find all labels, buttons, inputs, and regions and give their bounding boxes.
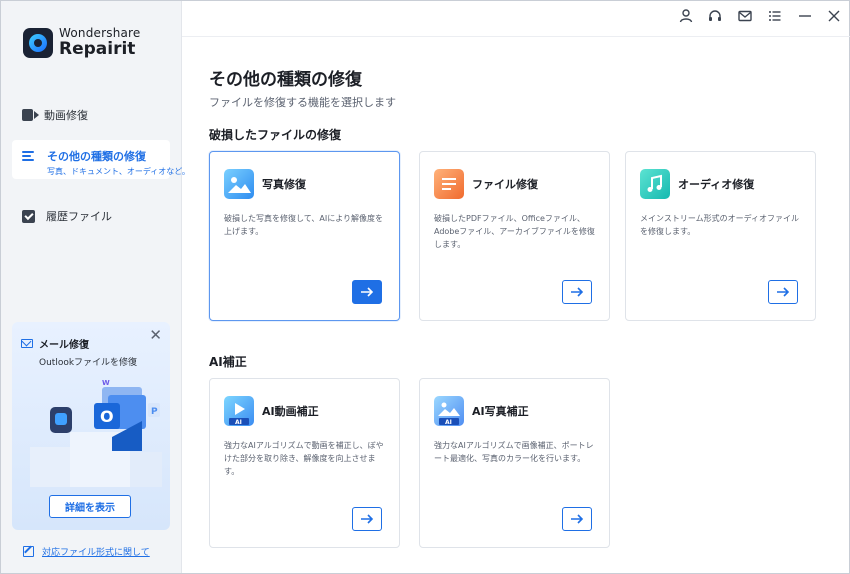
email-repair-promo: メール修復 Outlookファイルを修復 ✕ O P W 詳細を表示 [12, 322, 170, 530]
sidebar-item-label: 動画修復 [44, 109, 88, 122]
sidebar: Wondershare Repairit 動画修復 その他の種類の修復 写真、ド… [1, 1, 190, 573]
user-icon[interactable] [678, 8, 694, 24]
card-title: AI写真補正 [472, 405, 529, 418]
outlook-illustration-icon: O P W [30, 379, 162, 487]
section-title-corrupted-files: 破損したファイルの修復 [209, 128, 342, 142]
mail-icon[interactable] [737, 8, 753, 24]
sidebar-item-label: 履歴ファイル [46, 210, 112, 223]
file-repair-card[interactable]: ファイル修復 破損したPDFファイル、Officeファイル、Adobeファイル、… [419, 151, 610, 321]
svg-text:O: O [100, 407, 114, 426]
section-title-ai-enhance: AI補正 [209, 355, 247, 369]
repairit-logo-icon [23, 27, 53, 58]
file-repair-go-button[interactable] [562, 280, 592, 304]
music-note-icon [640, 169, 670, 199]
mail-icon [21, 339, 33, 348]
supported-formats-label: 対応ファイル形式に関して [42, 548, 150, 558]
card-title: 写真修復 [262, 178, 306, 191]
ai-video-enhance-card[interactable]: AI AI動画補正 強力なAIアルゴリズムで動画を補正し、ぼやけた部分を取り除き… [209, 378, 400, 548]
supported-formats-link[interactable]: 対応ファイル形式に関して [23, 545, 150, 558]
arrow-right-icon [571, 514, 584, 524]
app-window: Wondershare Repairit 動画修復 その他の種類の修復 写真、ド… [0, 0, 850, 574]
page-subtitle: ファイルを修復する機能を選択します [209, 96, 396, 109]
minimize-icon[interactable] [797, 8, 813, 24]
card-description: 強力なAIアルゴリズムで画像補正、ポートレート最適化、写真のカラー化を行います。 [434, 441, 594, 463]
sidebar-item-other-repair[interactable]: その他の種類の修復 写真、ドキュメント、オーディオなど。 [12, 140, 190, 179]
arrow-right-icon [361, 514, 374, 524]
arrow-right-icon [361, 287, 374, 297]
ai-photo-enhance-card[interactable]: AI AI写真補正 強力なAIアルゴリズムで画像補正、ポートレート最適化、写真の… [419, 378, 610, 548]
menu-icon[interactable] [767, 8, 783, 24]
view-details-button[interactable]: 詳細を表示 [49, 495, 131, 518]
photo-icon [224, 169, 254, 199]
audio-repair-card[interactable]: オーディオ修復 メインストリーム形式のオーディオファイルを修復します。 [625, 151, 816, 321]
card-title: ファイル修復 [472, 178, 538, 191]
card-description: メインストリーム形式のオーディオファイルを修復します。 [640, 214, 800, 236]
card-description: 強力なAIアルゴリズムで動画を補正し、ぼやけた部分を取り除き、解像度を向上させま… [224, 441, 384, 476]
ai-video-enhance-go-button[interactable] [352, 507, 382, 531]
brand-small-text: Wondershare [59, 26, 141, 40]
video-camera-icon [22, 109, 39, 121]
svg-text:AI: AI [445, 419, 452, 426]
title-bar [182, 1, 850, 37]
page-title: その他の種類の修復 [209, 70, 362, 90]
close-icon[interactable] [826, 8, 842, 24]
photo-repair-go-button[interactable] [352, 280, 382, 304]
promo-subtitle: Outlookファイルを修復 [39, 358, 138, 368]
card-title: オーディオ修復 [678, 178, 755, 191]
svg-text:W: W [102, 379, 110, 387]
app-logo: Wondershare Repairit [23, 27, 141, 58]
document-icon [434, 169, 464, 199]
svg-text:P: P [151, 407, 158, 417]
promo-close-icon[interactable]: ✕ [149, 328, 162, 343]
history-check-icon [22, 210, 35, 223]
audio-repair-go-button[interactable] [768, 280, 798, 304]
brand-name-text: Repairit [59, 39, 136, 59]
arrow-right-icon [777, 287, 790, 297]
card-description: 破損したPDFファイル、Officeファイル、Adobeファイル、アーカイブファ… [434, 214, 595, 249]
headset-icon[interactable] [707, 8, 723, 24]
ai-photo-enhance-go-button[interactable] [562, 507, 592, 531]
sidebar-item-history[interactable]: 履歴ファイル [12, 200, 170, 232]
promo-title: メール修復 [39, 340, 89, 351]
svg-text:AI: AI [235, 419, 242, 426]
sidebar-item-label: その他の種類の修復 [47, 150, 146, 163]
card-description: 破損した写真を修復して、AIにより解像度を上げます。 [224, 214, 384, 236]
sidebar-item-video-repair[interactable]: 動画修復 [12, 99, 170, 131]
ai-video-icon: AI [224, 396, 254, 426]
sidebar-item-sublabel: 写真、ドキュメント、オーディオなど。 [47, 167, 190, 176]
photo-repair-card[interactable]: 写真修復 破損した写真を修復して、AIにより解像度を上げます。 [209, 151, 400, 321]
card-title: AI動画補正 [262, 405, 319, 418]
list-icon [22, 150, 36, 162]
arrow-right-icon [571, 287, 584, 297]
main-content: その他の種類の修復 ファイルを修復する機能を選択します 破損したファイルの修復 … [182, 38, 850, 574]
edit-icon [23, 546, 34, 557]
ai-photo-icon: AI [434, 396, 464, 426]
